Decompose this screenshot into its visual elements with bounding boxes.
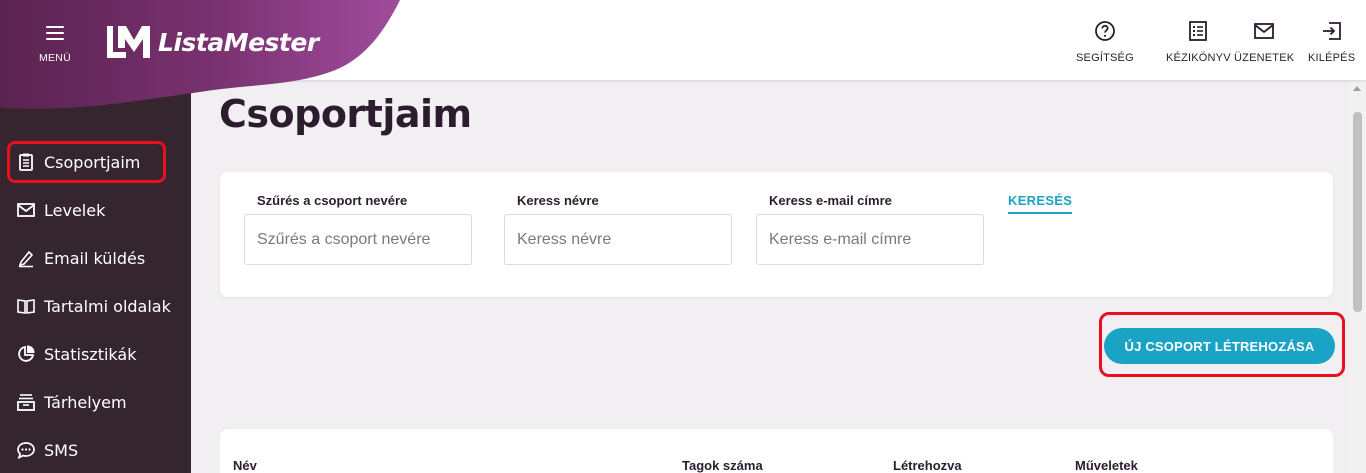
hamburger-icon (46, 26, 64, 40)
column-header-created[interactable]: Létrehozva (893, 458, 962, 473)
manual-icon (1189, 21, 1208, 41)
groups-table: Név Tagok száma Létrehozva Műveletek (220, 429, 1333, 473)
messages-label: ÜZENETEK (1234, 52, 1295, 64)
name-search-input[interactable] (505, 215, 731, 264)
email-search-label: Keress e-mail címre (769, 193, 892, 208)
new-group-button[interactable]: ÚJ CSOPORT LÉTREHOZÁSA (1104, 328, 1335, 364)
sidebar-item-email-kuldes[interactable]: Email küldés (0, 234, 191, 282)
menu-button[interactable]: MENÜ (32, 24, 78, 64)
sidebar-item-sms[interactable]: SMS (0, 426, 191, 473)
sidebar-item-label: Tárhelyem (44, 392, 127, 412)
sidebar-item-levelek[interactable]: Levelek (0, 186, 191, 234)
group-name-filter-input[interactable] (245, 215, 471, 264)
name-search-label: Keress névre (517, 193, 599, 208)
sidebar-item-label: Email küldés (44, 248, 146, 268)
sidebar-item-label: Statisztikák (44, 344, 137, 364)
book-open-icon (16, 296, 36, 316)
sidebar-item-label: Tartalmi oldalak (44, 296, 171, 316)
pie-chart-icon (16, 344, 36, 364)
scrollbar-thumb[interactable] (1353, 112, 1362, 312)
help-button[interactable]: SEGÍTSÉG (1076, 20, 1134, 65)
envelope-icon (16, 200, 36, 220)
email-search-field[interactable] (756, 214, 984, 265)
page-scrollbar[interactable] (1349, 80, 1366, 473)
logout-button[interactable]: KILÉPÉS (1308, 20, 1355, 65)
sidebar-item-tarhelyem[interactable]: Tárhelyem (0, 378, 191, 426)
sidebar-item-csoportjaim[interactable]: Csoportjaim (0, 138, 191, 186)
manual-button[interactable]: KÉZIKÖNYV (1166, 20, 1231, 65)
logo[interactable]: ListaMester (104, 24, 319, 60)
storage-icon (16, 392, 36, 412)
logout-label: KILÉPÉS (1308, 52, 1356, 64)
pencil-icon (16, 248, 36, 268)
sidebar-item-label: Levelek (44, 200, 106, 220)
group-name-filter-label: Szűrés a csoport nevére (257, 193, 408, 208)
group-name-filter-field[interactable] (244, 214, 472, 265)
mail-icon (1254, 23, 1275, 39)
sidebar-item-label: SMS (44, 440, 79, 460)
listamester-logo-icon (107, 26, 150, 58)
name-search-field[interactable] (504, 214, 732, 265)
email-search-input[interactable] (757, 215, 983, 264)
help-label: SEGÍTSÉG (1076, 52, 1134, 64)
help-circle-icon (1095, 21, 1115, 41)
sidebar-item-statisztikak[interactable]: Statisztikák (0, 330, 191, 378)
sidebar-nav: Csoportjaim Levelek Email küldés Tartalm… (0, 138, 191, 473)
brand-name: ListaMester (158, 27, 319, 57)
search-button[interactable]: KERESÉS (1008, 193, 1073, 214)
column-header-member-count[interactable]: Tagok száma (682, 458, 763, 473)
logout-icon (1322, 22, 1341, 40)
filter-card: Szűrés a csoport nevére Keress névre Ker… (220, 172, 1333, 297)
menu-label: MENÜ (38, 52, 72, 64)
sidebar-item-tartalmi-oldalak[interactable]: Tartalmi oldalak (0, 282, 191, 330)
chat-bubble-icon (16, 440, 36, 460)
manual-label: KÉZIKÖNYV (1166, 52, 1231, 64)
column-header-actions: Műveletek (1075, 458, 1138, 473)
column-header-name[interactable]: Név (233, 458, 257, 473)
messages-button[interactable]: ÜZENETEK (1234, 20, 1294, 65)
active-highlight (7, 141, 166, 183)
scroll-up-arrow-icon[interactable] (1353, 86, 1361, 91)
